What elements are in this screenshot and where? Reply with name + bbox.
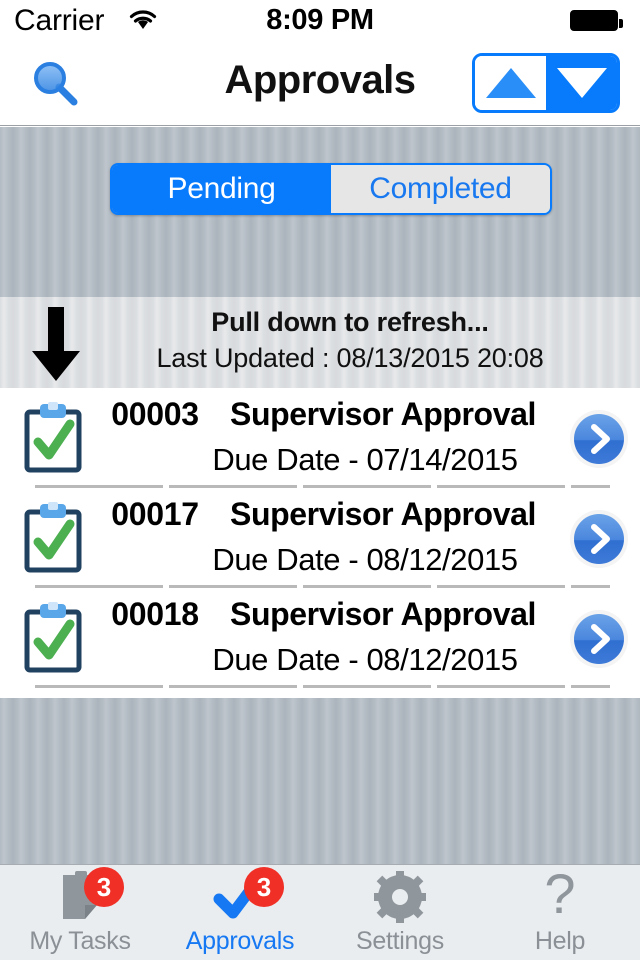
tab-label-settings: Settings xyxy=(356,927,444,955)
pull-to-refresh-header: Pull down to refresh... Last Updated : 0… xyxy=(0,297,640,388)
arrow-down-icon xyxy=(30,305,82,383)
badge-approvals: 3 xyxy=(244,867,284,907)
triangle-up-icon xyxy=(485,68,536,98)
chevron-right-icon[interactable] xyxy=(568,408,630,470)
record-stepper[interactable] xyxy=(472,53,620,113)
tab-label-my-tasks: My Tasks xyxy=(29,927,131,955)
row-title: Supervisor Approval xyxy=(230,496,536,532)
segment-completed[interactable]: Completed xyxy=(331,165,550,213)
question-mark-icon: ? xyxy=(531,862,589,925)
row-separator xyxy=(35,685,610,688)
approvals-list[interactable]: 00003 Supervisor Approval Due Date - 07/… xyxy=(0,388,640,698)
clipboard-check-icon xyxy=(22,502,84,574)
chevron-right-icon[interactable] xyxy=(568,608,630,670)
filter-segmented-control[interactable]: Pending Completed xyxy=(110,163,552,215)
navigation-bar: Approvals xyxy=(0,40,640,126)
chevron-right-icon[interactable] xyxy=(568,508,630,570)
triangle-down-icon xyxy=(556,68,607,98)
refresh-last-updated: Last Updated : 08/13/2015 20:08 xyxy=(156,343,544,373)
badge-my-tasks: 3 xyxy=(84,867,124,907)
row-id: 00018 xyxy=(111,596,199,632)
clipboard-check-icon xyxy=(22,402,84,474)
app-root: Carrier 8:09 PM Approvals Pending Comple… xyxy=(0,0,640,960)
row-id: 00003 xyxy=(111,396,199,432)
table-row[interactable]: 00017 Supervisor Approval Due Date - 08/… xyxy=(0,488,640,588)
row-due-date: Due Date - 08/12/2015 xyxy=(212,542,518,577)
table-row[interactable]: 00018 Supervisor Approval Due Date - 08/… xyxy=(0,588,640,688)
row-due-date: Due Date - 08/12/2015 xyxy=(212,642,518,677)
segment-pending[interactable]: Pending xyxy=(112,165,331,213)
tab-help[interactable]: ? Help xyxy=(480,862,640,960)
table-row[interactable]: 00003 Supervisor Approval Due Date - 07/… xyxy=(0,388,640,488)
tab-settings[interactable]: Settings xyxy=(320,865,480,960)
row-due-date: Due Date - 07/14/2015 xyxy=(212,442,518,477)
tab-my-tasks[interactable]: 3 My Tasks xyxy=(0,865,160,960)
row-id: 00017 xyxy=(111,496,199,532)
stepper-up-button[interactable] xyxy=(475,56,546,110)
stepper-down-button[interactable] xyxy=(546,56,617,110)
refresh-title: Pull down to refresh... xyxy=(211,307,489,337)
tab-approvals[interactable]: 3 Approvals xyxy=(160,865,320,960)
tab-label-help: Help xyxy=(534,927,586,955)
status-bar: Carrier 8:09 PM xyxy=(0,0,640,40)
row-title: Supervisor Approval xyxy=(230,596,536,632)
tab-label-approvals: Approvals xyxy=(185,927,295,955)
gear-icon xyxy=(371,871,429,923)
tab-bar: 3 My Tasks 3 Approvals Settings ? Help xyxy=(0,862,640,960)
clock-label: 8:09 PM xyxy=(266,4,374,36)
battery-full-icon xyxy=(570,10,623,31)
svg-text:?: ? xyxy=(544,871,575,923)
row-title: Supervisor Approval xyxy=(230,396,536,432)
clipboard-check-icon xyxy=(22,602,84,674)
